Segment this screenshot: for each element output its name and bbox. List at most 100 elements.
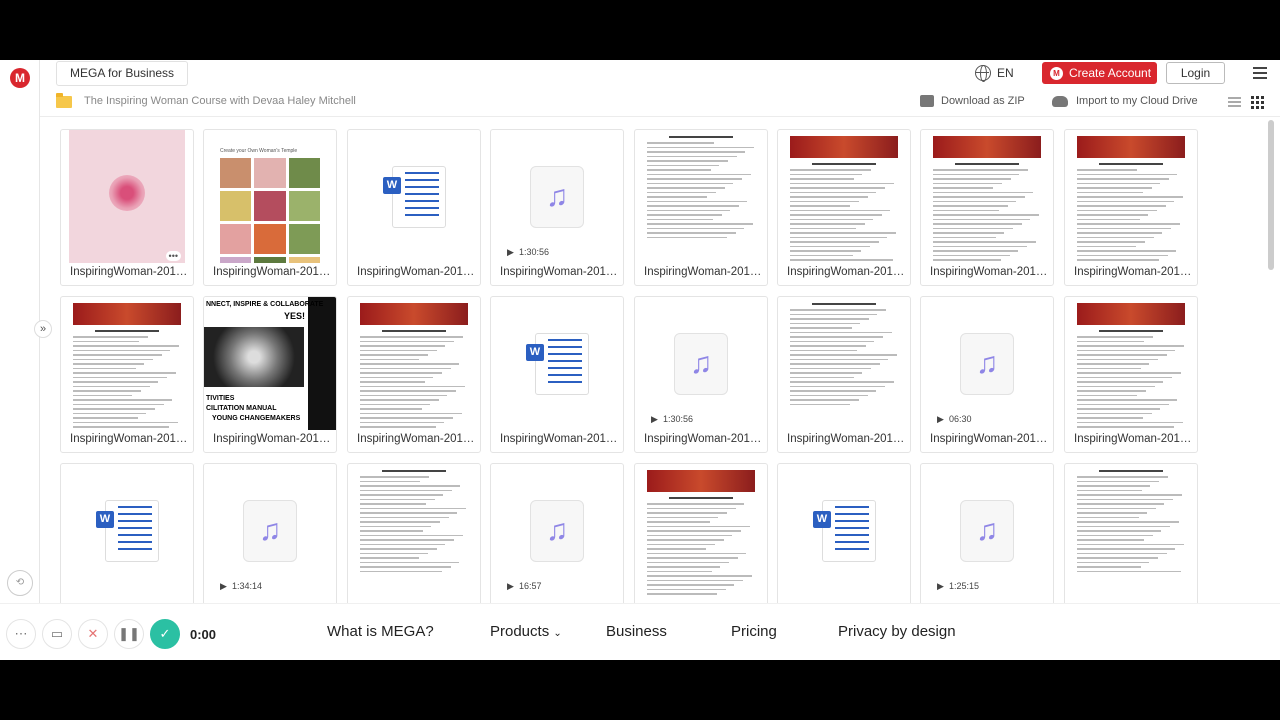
file-thumbnail xyxy=(786,297,902,430)
breadcrumb-bar: The Inspiring Woman Course with Devaa Ha… xyxy=(40,89,1280,117)
file-thumbnail: W xyxy=(69,464,185,597)
recording-timer: 0:00 xyxy=(190,626,217,642)
nav-products[interactable]: Products ⌄ xyxy=(490,623,562,640)
mega-logo-icon[interactable]: M xyxy=(10,68,30,88)
cancel-icon[interactable]: ✕ xyxy=(78,619,108,649)
banner-image xyxy=(360,303,468,325)
recording-controls: ⋯ ▭ ✕ ❚❚ ✓ 0:00 xyxy=(6,619,216,649)
top-bar: MEGA for Business EN M Create Account Lo… xyxy=(40,60,1280,88)
audio-file-icon: ♫ xyxy=(530,500,584,562)
pause-icon[interactable]: ❚❚ xyxy=(114,619,144,649)
word-file-icon: W xyxy=(383,166,446,228)
list-view-icon[interactable] xyxy=(1228,97,1241,108)
file-thumbnail xyxy=(1073,297,1189,430)
audio-duration: ▶ 16:57 xyxy=(507,581,542,591)
menu-icon[interactable] xyxy=(1253,67,1267,79)
file-card[interactable]: ♫ ▶ 16:57 xyxy=(490,463,624,620)
file-name: InspiringWoman-201… xyxy=(1074,433,1192,445)
nav-privacy[interactable]: Privacy by design xyxy=(838,623,956,640)
nav-what-is-mega[interactable]: What is MEGA? xyxy=(327,623,434,640)
file-thumbnail xyxy=(643,130,759,263)
expand-sidebar-button[interactable]: » xyxy=(34,320,52,338)
login-button[interactable]: Login xyxy=(1166,62,1225,84)
audio-duration: ▶ 1:30:56 xyxy=(507,247,549,257)
file-thumbnail: ♫ ▶ 16:57 xyxy=(499,464,615,597)
more-options-icon[interactable]: ••• xyxy=(165,251,181,261)
file-card[interactable]: ♫ ▶ 06:30 InspiringWoman-201… xyxy=(920,296,1054,453)
file-name: InspiringWoman-201… xyxy=(644,266,762,278)
file-thumbnail xyxy=(356,464,472,597)
file-card[interactable]: InspiringWoman-201… xyxy=(777,296,911,453)
mega-business-link[interactable]: MEGA for Business xyxy=(56,61,189,86)
banner-image xyxy=(1077,303,1185,325)
grid-view-icon[interactable] xyxy=(1251,96,1264,109)
lock-download-icon xyxy=(920,95,934,107)
file-card[interactable]: InspiringWoman-201… xyxy=(777,129,911,286)
language-selector[interactable]: EN xyxy=(975,65,1014,82)
finish-check-icon[interactable]: ✓ xyxy=(150,619,180,649)
audio-duration: ▶ 06:30 xyxy=(937,414,972,424)
file-thumbnail xyxy=(1073,130,1189,263)
folder-title: The Inspiring Woman Course with Devaa Ha… xyxy=(84,95,356,107)
camera-icon[interactable]: ▭ xyxy=(42,619,72,649)
download-zip-button[interactable]: Download as ZIP xyxy=(920,95,1025,107)
bottom-bar: ⋯ ▭ ✕ ❚❚ ✓ 0:00 What is MEGA? Products ⌄… xyxy=(0,603,1280,660)
file-card[interactable]: W xyxy=(777,463,911,620)
file-card[interactable]: ♫ ▶ 1:30:56 InspiringWoman-201… xyxy=(634,296,768,453)
chevron-down-icon: ⌄ xyxy=(553,628,562,639)
nav-pricing[interactable]: Pricing xyxy=(731,623,777,640)
file-thumbnail: ♫ ▶ 06:30 xyxy=(929,297,1045,430)
file-card[interactable] xyxy=(347,463,481,620)
audio-duration: ▶ 1:25:15 xyxy=(937,581,979,591)
banner-image xyxy=(933,136,1041,158)
file-thumbnail: ♫ ▶ 1:30:56 xyxy=(499,130,615,263)
file-card[interactable]: InspiringWoman-201… xyxy=(634,129,768,286)
import-button[interactable]: Import to my Cloud Drive xyxy=(1052,95,1198,107)
file-card[interactable]: W InspiringWoman-201… xyxy=(347,129,481,286)
globe-icon xyxy=(975,65,991,82)
doc-heading: Create your Own Woman's Temple xyxy=(220,148,298,154)
file-name: InspiringWoman-201… xyxy=(70,433,188,445)
audio-file-icon: ♫ xyxy=(960,333,1014,395)
file-name: InspiringWoman-201… xyxy=(787,266,905,278)
file-card[interactable]: ♫ ▶ 1:34:14 xyxy=(203,463,337,620)
vertical-scrollbar[interactable] xyxy=(1268,120,1274,270)
audio-duration: ▶ 1:30:56 xyxy=(651,414,693,424)
audio-duration: ▶ 1:34:14 xyxy=(220,581,262,591)
file-thumbnail: ♫ ▶ 1:30:56 xyxy=(643,297,759,430)
file-card[interactable]: NNECT, INSPIRE & COLLABORATE YES! TIVITIES… xyxy=(203,296,337,453)
file-card[interactable]: ♫ ▶ 1:30:56 InspiringWoman-201… xyxy=(490,129,624,286)
mega-small-icon: M xyxy=(1050,66,1063,80)
file-card[interactable]: ••• InspiringWoman-201… xyxy=(60,129,194,286)
file-thumbnail xyxy=(1073,464,1189,597)
file-card[interactable]: InspiringWoman-201… xyxy=(1064,129,1198,286)
file-card[interactable]: InspiringWoman-201… xyxy=(347,296,481,453)
file-card[interactable]: ♫ ▶ 1:25:15 xyxy=(920,463,1054,620)
file-card[interactable] xyxy=(1064,463,1198,620)
file-card[interactable]: InspiringWoman-201… xyxy=(920,129,1054,286)
file-card[interactable]: InspiringWoman-201… xyxy=(60,296,194,453)
folder-icon xyxy=(56,93,72,108)
nav-business[interactable]: Business xyxy=(606,623,667,640)
file-thumbnail: ♫ ▶ 1:25:15 xyxy=(929,464,1045,597)
file-card[interactable]: W InspiringWoman-201… xyxy=(490,296,624,453)
banner-image xyxy=(73,303,181,325)
file-name: InspiringWoman-201… xyxy=(213,433,331,445)
file-name: InspiringWoman-201… xyxy=(930,266,1048,278)
create-account-label: Create Account xyxy=(1069,66,1152,80)
more-icon[interactable]: ⋯ xyxy=(6,619,36,649)
file-card[interactable]: W xyxy=(60,463,194,620)
audio-file-icon: ♫ xyxy=(243,500,297,562)
file-card[interactable]: InspiringWoman-201… xyxy=(1064,296,1198,453)
sync-icon[interactable]: ⟲ xyxy=(7,570,33,596)
import-label: Import to my Cloud Drive xyxy=(1076,95,1198,107)
file-card[interactable] xyxy=(634,463,768,620)
audio-file-icon: ♫ xyxy=(960,500,1014,562)
cloud-icon xyxy=(1052,95,1068,107)
file-card[interactable]: Create your Own Woman's Temple InspiringW… xyxy=(203,129,337,286)
hands-image xyxy=(204,327,304,387)
file-thumbnail: W xyxy=(499,297,615,430)
create-account-button[interactable]: M Create Account xyxy=(1042,62,1157,84)
file-thumbnail xyxy=(69,297,185,430)
file-thumbnail xyxy=(356,297,472,430)
